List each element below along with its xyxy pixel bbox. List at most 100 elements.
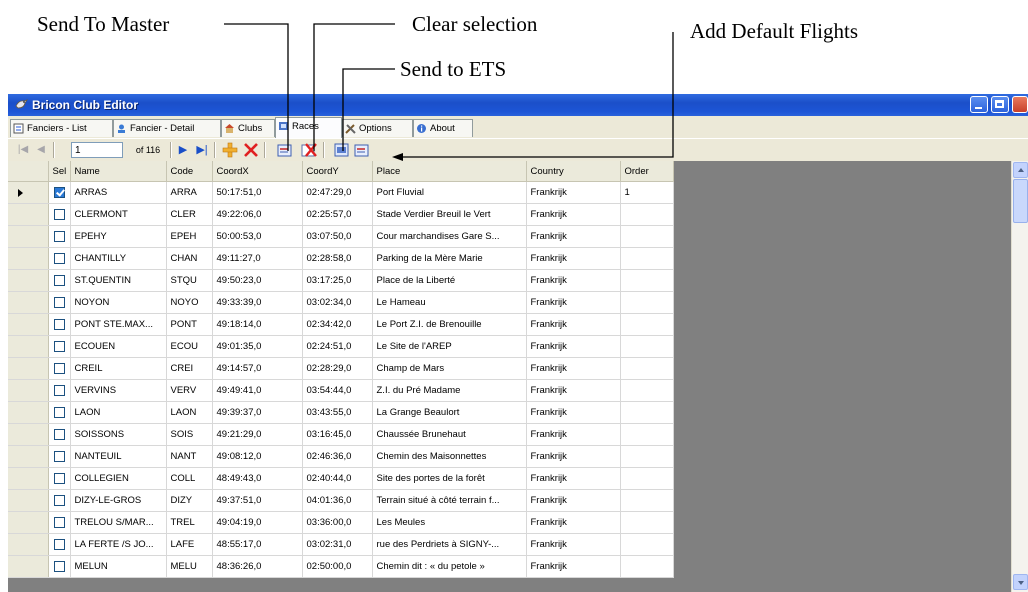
cell-place[interactable]: Les Meules — [372, 511, 527, 534]
cell-place[interactable]: Terrain situé à côté terrain f... — [372, 489, 527, 512]
select-checkbox[interactable] — [53, 538, 65, 550]
send-to-master-icon[interactable] — [276, 141, 294, 159]
cell-coordy[interactable]: 03:54:44,0 — [302, 379, 373, 402]
table-row[interactable]: LA FERTE /S JO... LAFE 48:55:17,0 03:02:31,… — [8, 533, 674, 556]
cell-place[interactable]: Place de la Liberté — [372, 269, 527, 292]
cell-name[interactable]: CREIL — [70, 357, 167, 380]
row-header[interactable] — [8, 445, 49, 468]
vertical-scrollbar[interactable] — [1011, 161, 1028, 592]
cell-coordy[interactable]: 02:40:44,0 — [302, 467, 373, 490]
column-header-coordx[interactable]: CoordX — [212, 161, 303, 182]
cell-country[interactable]: Frankrijk — [526, 313, 621, 336]
cell-name[interactable]: TRELOU S/MAR... — [70, 511, 167, 534]
cell-country[interactable]: Frankrijk — [526, 445, 621, 468]
select-checkbox[interactable] — [53, 428, 65, 440]
cell-coordy[interactable]: 03:02:31,0 — [302, 533, 373, 556]
row-header[interactable] — [8, 511, 49, 534]
cell-coordx[interactable]: 49:04:19,0 — [212, 511, 303, 534]
cell-order[interactable] — [620, 247, 674, 270]
clear-selection-icon[interactable] — [300, 141, 318, 159]
cell-coordx[interactable]: 49:14:57,0 — [212, 357, 303, 380]
select-checkbox[interactable] — [53, 186, 65, 198]
delete-icon[interactable] — [242, 141, 260, 159]
cell-country[interactable]: Frankrijk — [526, 555, 621, 578]
cell-name[interactable]: LA FERTE /S JO... — [70, 533, 167, 556]
cell-place[interactable]: Z.I. du Pré Madame — [372, 379, 527, 402]
cell-coordx[interactable]: 50:17:51,0 — [212, 181, 303, 204]
cell-code[interactable]: CLER — [166, 203, 213, 226]
cell-place[interactable]: Le Site de l'AREP — [372, 335, 527, 358]
select-checkbox[interactable] — [53, 274, 65, 286]
cell-coordx[interactable]: 49:50:23,0 — [212, 269, 303, 292]
tab-fancier-detail[interactable]: Fancier - Detail — [113, 119, 221, 137]
table-row[interactable]: ARRAS ARRA 50:17:51,0 02:47:29,0 Port Fluvia… — [8, 181, 674, 204]
cell-country[interactable]: Frankrijk — [526, 269, 621, 292]
cell-name[interactable]: EPEHY — [70, 225, 167, 248]
row-header[interactable] — [8, 555, 49, 578]
cell-country[interactable]: Frankrijk — [526, 291, 621, 314]
cell-code[interactable]: VERV — [166, 379, 213, 402]
table-row[interactable]: COLLEGIEN COLL 48:49:43,0 02:40:44,0 Site de… — [8, 467, 674, 490]
row-header[interactable] — [8, 423, 49, 446]
cell-name[interactable]: ARRAS — [70, 181, 167, 204]
maximize-button[interactable] — [991, 96, 1009, 113]
cell-order[interactable] — [620, 379, 674, 402]
scroll-up-button[interactable] — [1013, 162, 1028, 178]
cell-code[interactable]: MELU — [166, 555, 213, 578]
cell-coordx[interactable]: 49:39:37,0 — [212, 401, 303, 424]
select-checkbox[interactable] — [53, 450, 65, 462]
select-checkbox[interactable] — [53, 318, 65, 330]
cell-name[interactable]: ST.QUENTIN — [70, 269, 167, 292]
column-header-coordy[interactable]: CoordY — [302, 161, 373, 182]
cell-place[interactable]: Le Port Z.I. de Brenouille — [372, 313, 527, 336]
cell-coordx[interactable]: 49:22:06,0 — [212, 203, 303, 226]
cell-coordy[interactable]: 03:17:25,0 — [302, 269, 373, 292]
cell-coordy[interactable]: 02:28:58,0 — [302, 247, 373, 270]
select-checkbox[interactable] — [53, 252, 65, 264]
cell-order[interactable] — [620, 445, 674, 468]
cell-coordy[interactable]: 02:34:42,0 — [302, 313, 373, 336]
tab-options[interactable]: Options — [342, 119, 413, 137]
cell-coordy[interactable]: 02:28:29,0 — [302, 357, 373, 380]
cell-order[interactable] — [620, 555, 674, 578]
row-header[interactable] — [8, 247, 49, 270]
cell-order[interactable] — [620, 335, 674, 358]
select-checkbox[interactable] — [53, 230, 65, 242]
table-row[interactable]: MELUN MELU 48:36:26,0 02:50:00,0 Chemin dit … — [8, 555, 674, 578]
scroll-down-button[interactable] — [1013, 574, 1028, 590]
select-checkbox[interactable] — [53, 384, 65, 396]
cell-coordx[interactable]: 49:37:51,0 — [212, 489, 303, 512]
cell-place[interactable]: Le Hameau — [372, 291, 527, 314]
tab-clubs[interactable]: Clubs — [221, 119, 275, 137]
tab-races[interactable]: Races — [275, 117, 342, 138]
select-checkbox[interactable] — [53, 296, 65, 308]
table-row[interactable]: SOISSONS SOIS 49:21:29,0 03:16:45,0 Chaussée… — [8, 423, 674, 446]
column-header-order[interactable]: Order — [620, 161, 674, 182]
table-row[interactable]: PONT STE.MAX... PONT 49:18:14,0 02:34:42,0 L… — [8, 313, 674, 336]
cell-name[interactable]: LAON — [70, 401, 167, 424]
tab-fanciers-list[interactable]: Fanciers - List — [10, 119, 113, 137]
cell-coordx[interactable]: 48:49:43,0 — [212, 467, 303, 490]
cell-name[interactable]: COLLEGIEN — [70, 467, 167, 490]
add-default-flights-icon[interactable] — [353, 141, 371, 159]
cell-coordx[interactable]: 49:01:35,0 — [212, 335, 303, 358]
table-row[interactable]: LAON LAON 49:39:37,0 03:43:55,0 La Grange Be… — [8, 401, 674, 424]
cell-coordx[interactable]: 48:36:26,0 — [212, 555, 303, 578]
table-row[interactable]: ECOUEN ECOU 49:01:35,0 02:24:51,0 Le Site de… — [8, 335, 674, 358]
cell-coordy[interactable]: 03:43:55,0 — [302, 401, 373, 424]
cell-coordx[interactable]: 49:11:27,0 — [212, 247, 303, 270]
cell-place[interactable]: Chemin des Maisonnettes — [372, 445, 527, 468]
cell-country[interactable]: Frankrijk — [526, 379, 621, 402]
cell-name[interactable]: NOYON — [70, 291, 167, 314]
cell-country[interactable]: Frankrijk — [526, 423, 621, 446]
column-header-place[interactable]: Place — [372, 161, 527, 182]
cell-code[interactable]: ECOU — [166, 335, 213, 358]
cell-country[interactable]: Frankrijk — [526, 489, 621, 512]
cell-code[interactable]: STQU — [166, 269, 213, 292]
cell-coordy[interactable]: 04:01:36,0 — [302, 489, 373, 512]
cell-name[interactable]: NANTEUIL — [70, 445, 167, 468]
cell-coordx[interactable]: 49:18:14,0 — [212, 313, 303, 336]
cell-country[interactable]: Frankrijk — [526, 225, 621, 248]
send-to-ets-icon[interactable] — [333, 141, 351, 159]
column-header-country[interactable]: Country — [526, 161, 621, 182]
